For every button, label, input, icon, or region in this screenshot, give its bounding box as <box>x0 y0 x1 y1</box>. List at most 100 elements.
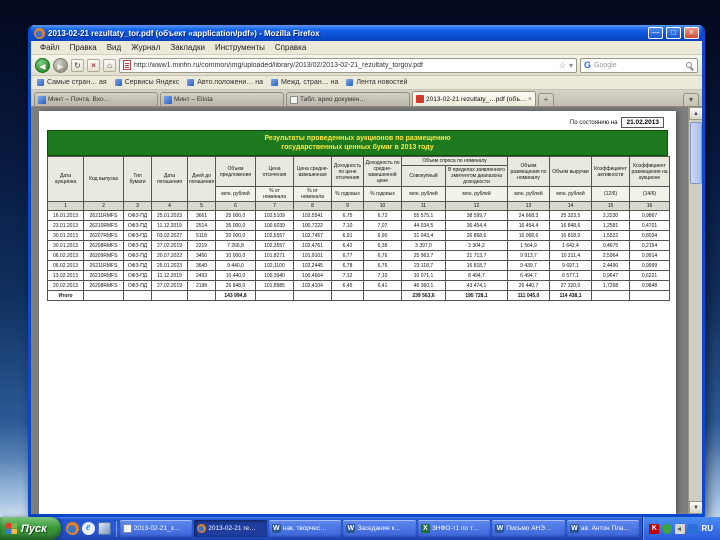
tray-icon[interactable] <box>662 523 673 534</box>
cell-auction-date: 06.02.2013 <box>47 260 84 272</box>
scroll-down-icon[interactable]: ▼ <box>689 501 702 514</box>
forward-button[interactable]: ▶ <box>53 57 68 73</box>
bookmark-item[interactable]: Сервисы Яндекс <box>114 79 179 86</box>
scroll-up-icon[interactable]: ▲ <box>689 107 702 120</box>
vertical-scrollbar[interactable]: ▲ ▼ <box>688 107 702 514</box>
cell-auction-date: 30.01.2013 <box>47 240 84 252</box>
cell-placement-ratio: 0,6221 <box>629 270 670 282</box>
cell-proceeds: 10 211,4 <box>549 250 592 262</box>
cell-proceeds: 9 697,1 <box>549 260 592 272</box>
cell-proceeds: 27 320,0 <box>549 280 592 292</box>
taskbar-button[interactable]: Письмо АНЭ… <box>492 520 565 537</box>
bookmark-favicon <box>346 79 354 86</box>
cell-weighted-yield: 6,76 <box>363 250 402 262</box>
tab-close-icon[interactable]: × <box>528 96 532 103</box>
browser-tab[interactable]: Минт – Elista × <box>160 92 284 106</box>
bookmark-item[interactable]: Самые стран… ая <box>37 79 107 86</box>
cell-demand-total: 25 963,7 <box>401 250 446 262</box>
cell-weighted-yield: 7,07 <box>363 220 402 232</box>
browser-tab[interactable]: Табл. врио докумен… × <box>286 92 410 106</box>
tray-icon[interactable] <box>649 523 660 534</box>
unit-cell: млн. рублей <box>445 186 508 203</box>
bookmark-item[interactable]: Межд. стран… на <box>270 79 338 86</box>
new-tab-button[interactable]: + <box>538 93 554 106</box>
taskbar-button-icon <box>346 524 356 533</box>
browser-tab[interactable]: 2013-02-21 rezultaty_…pdf (объ… × <box>412 91 536 106</box>
window-titlebar[interactable]: 2013-02-21 rezultaty_tor.pdf (объект «ap… <box>31 25 702 41</box>
bookmark-star-icon[interactable]: ☆ <box>559 61 566 70</box>
menu-item[interactable]: Справка <box>270 42 311 53</box>
column-number-cell: 14 <box>549 201 592 212</box>
cell-weighted-yield: 6,41 <box>363 280 402 292</box>
stop-button[interactable]: × <box>87 58 100 72</box>
close-button[interactable]: × <box>684 27 699 39</box>
column-number-cell: 12 <box>445 201 508 212</box>
cell-cutoff-price: 100,6039 <box>255 220 294 232</box>
search-placeholder[interactable]: Google <box>594 62 683 69</box>
quick-launch-icon[interactable] <box>65 522 79 535</box>
taskbar-button[interactable]: ЗНФО-т1 по т… <box>417 520 491 537</box>
list-all-tabs-button[interactable]: ▾ <box>683 93 699 106</box>
home-button[interactable]: ⌂ <box>103 58 116 72</box>
cell-maturity-date: 25.01.2023 <box>151 260 188 272</box>
taskbar-button-label: 2013-02-21 re… <box>208 525 256 532</box>
cell-maturity-date: 11.12.2019 <box>151 270 188 282</box>
cell-cutoff-price: 101,8271 <box>255 250 294 262</box>
quick-launch-icon[interactable] <box>81 522 95 535</box>
search-box[interactable]: G Google <box>580 57 698 73</box>
cell-cutoff-yield: 6,77 <box>331 250 364 262</box>
cell-paper-type: ОФЗ-ПД <box>123 220 152 232</box>
bookmark-item[interactable]: Авто.положени… на <box>187 79 263 86</box>
cell-demand-total: 55 575,1 <box>401 210 446 222</box>
tray-icon[interactable] <box>675 523 686 534</box>
scrollbar-thumb[interactable] <box>690 122 702 184</box>
menu-item[interactable]: Инструменты <box>210 42 270 53</box>
start-button[interactable]: Пуск <box>0 517 61 540</box>
demand-sub-header: В пределах заявленного эмитентом диапазо… <box>445 165 508 188</box>
quick-launch-icon[interactable] <box>97 522 111 535</box>
browser-tab[interactable]: Минт – Почта. Вхо… × <box>34 92 158 106</box>
menu-item[interactable]: Журнал <box>126 42 165 53</box>
firefox-icon <box>34 27 45 39</box>
cell-maturity-date: 03.02.2027 <box>151 230 188 242</box>
table-row: 13.02.2013 26210RMFS ОФЗ-ПД 11.12.2019 2… <box>47 270 670 282</box>
cell-cutoff-yield: 6,91 <box>331 230 364 242</box>
tray-icon[interactable] <box>688 523 699 534</box>
taskbar-button[interactable]: нак. творчес… <box>268 520 342 537</box>
search-icon[interactable] <box>686 62 692 68</box>
taskbar-button[interactable]: Заседание к… <box>343 520 416 537</box>
restore-button[interactable]: □ <box>666 27 681 39</box>
taskbar-button[interactable]: ав. Антон Пла… <box>566 520 640 537</box>
taskbar-button[interactable]: 2013-02-21 re… <box>194 520 267 537</box>
col-header: Коэффициент активности <box>591 156 630 188</box>
minimize-button[interactable]: — <box>648 27 663 39</box>
taskbar-button[interactable]: 2013-02-21_з… <box>119 520 193 537</box>
menu-item[interactable]: Закладки <box>165 42 210 53</box>
back-button[interactable]: ◀ <box>35 57 50 73</box>
cell-auction-date: 20.02.2013 <box>47 280 84 292</box>
menu-item[interactable]: Правка <box>65 42 102 53</box>
cell-days-to-maturity: 2493 <box>187 270 216 282</box>
bookmarks-toolbar: Самые стран… ая Сервисы Яндекс Авто.поло… <box>31 76 702 90</box>
address-dropdown-icon[interactable]: ▾ <box>569 61 573 70</box>
bookmark-label: Самые стран… ая <box>47 79 107 86</box>
bookmark-item[interactable]: Лента новостей <box>346 79 407 86</box>
cell-demand-in-range: 36 454,4 <box>445 220 508 232</box>
cell-maturity-date: 25.01.2023 <box>151 210 188 222</box>
cell-auction-date: 23.01.2013 <box>47 220 84 232</box>
language-indicator[interactable]: RU <box>701 524 713 533</box>
cell-placed-volume: 16 068,6 <box>507 230 550 242</box>
menu-item[interactable]: Вид <box>102 42 126 53</box>
url-text[interactable]: http://www1.minfin.ru/common/img/uploade… <box>134 62 556 69</box>
menu-item[interactable]: Файл <box>35 42 65 53</box>
address-bar[interactable]: http://www1.minfin.ru/common/img/uploade… <box>119 57 577 73</box>
cell-auction-date: 30.01.2013 <box>47 230 84 242</box>
navigation-toolbar: ◀ ▶ ↻ × ⌂ http://www1.minfin.ru/common/i… <box>31 55 702 76</box>
cell-paper-type: ОФЗ-ПД <box>123 230 152 242</box>
reload-button[interactable]: ↻ <box>71 58 84 72</box>
cell-activity-ratio: 2,4490 <box>591 260 630 272</box>
cell-demand-total: 31 043,4 <box>401 230 446 242</box>
taskbar-button-label: 2013-02-21_з… <box>133 525 181 532</box>
cell-proceeds: 25 323,5 <box>549 210 592 222</box>
col-header: Доходность по средне-взвешенной цене <box>363 156 402 188</box>
